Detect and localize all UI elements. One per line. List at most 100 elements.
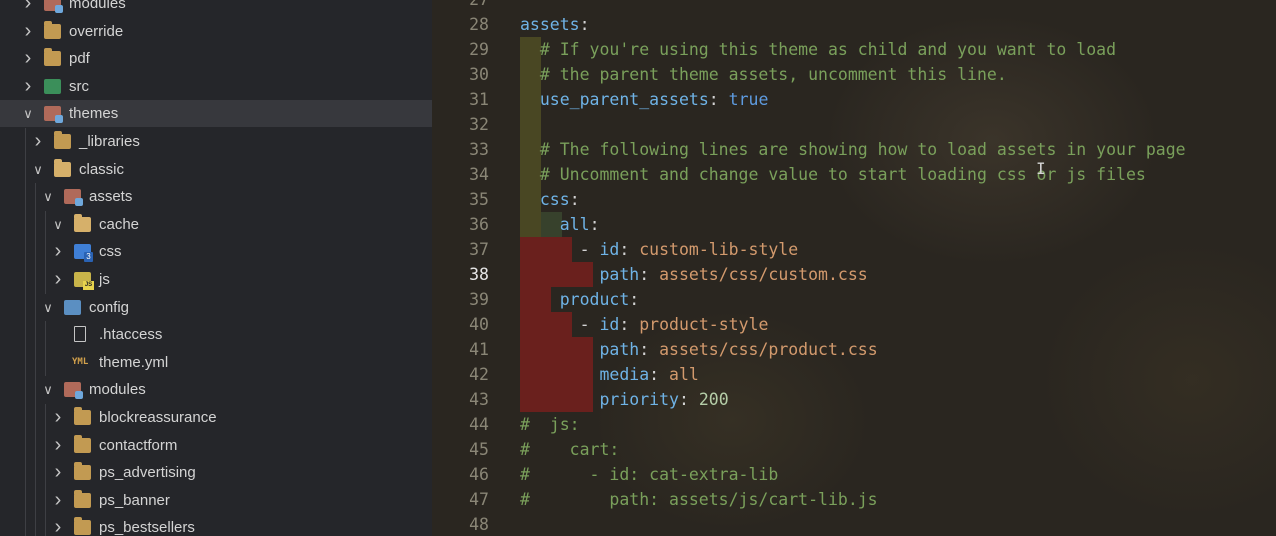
chevron-down-icon[interactable]: ∨ bbox=[50, 211, 66, 238]
folder-icon bbox=[74, 517, 91, 536]
chevron-right-icon[interactable]: › bbox=[50, 404, 66, 431]
line-code[interactable]: # the parent theme assets, uncomment thi… bbox=[520, 62, 1007, 87]
code-token: # The following lines are showing how to… bbox=[520, 140, 1186, 159]
line-code[interactable]: use_parent_assets: true bbox=[520, 87, 769, 112]
code-line[interactable]: 46 # - id: cat-extra-lib bbox=[432, 462, 1276, 487]
chevron-down-icon[interactable]: ∨ bbox=[40, 294, 56, 321]
line-number: 33 bbox=[469, 140, 489, 159]
code-line[interactable]: 27 bbox=[432, 0, 1276, 12]
line-code[interactable]: path: assets/css/custom.css bbox=[520, 262, 867, 287]
line-code[interactable]: # - id: cat-extra-lib bbox=[520, 462, 778, 487]
line-number: 31 bbox=[469, 90, 489, 109]
chevron-right-icon[interactable]: › bbox=[20, 0, 36, 17]
folder-icon bbox=[74, 407, 91, 425]
code-token: - bbox=[520, 315, 600, 334]
chevron-right-icon[interactable]: › bbox=[30, 128, 46, 155]
line-code[interactable]: - id: custom-lib-style bbox=[520, 237, 799, 262]
explorer-item-htaccess[interactable]: .htaccess bbox=[0, 321, 432, 348]
code-line[interactable]: 43 priority: 200 bbox=[432, 387, 1276, 412]
code-token: custom-lib-style bbox=[639, 240, 799, 259]
explorer-item-css[interactable]: › css bbox=[0, 238, 432, 265]
line-code[interactable]: product: bbox=[520, 287, 639, 312]
line-code[interactable]: media: all bbox=[520, 362, 698, 387]
file-icon bbox=[74, 326, 86, 343]
code-token: all bbox=[559, 215, 590, 234]
chevron-right-icon[interactable]: › bbox=[50, 487, 66, 514]
chevron-down-icon[interactable]: ∨ bbox=[20, 100, 36, 127]
code-line[interactable]: 41 path: assets/css/product.css bbox=[432, 337, 1276, 362]
code-line[interactable]: 29 # If you're using this theme as child… bbox=[432, 37, 1276, 62]
line-code[interactable]: priority: 200 bbox=[520, 387, 728, 412]
code-line[interactable]: 32 bbox=[432, 112, 1276, 137]
code-line[interactable]: 33 # The following lines are showing how… bbox=[432, 137, 1276, 162]
line-code[interactable]: # cart: bbox=[520, 437, 619, 462]
explorer-item-blockreassurance[interactable]: › blockreassurance bbox=[0, 404, 432, 431]
code-line[interactable]: 38 path: assets/css/custom.css bbox=[432, 262, 1276, 287]
chevron-right-icon[interactable]: › bbox=[20, 45, 36, 72]
code-editor[interactable]: 2728assets:29 # If you're using this the… bbox=[432, 0, 1276, 536]
code-line[interactable]: 34 # Uncomment and change value to start… bbox=[432, 162, 1276, 187]
explorer-item-ps-advertising[interactable]: › ps_advertising bbox=[0, 459, 432, 486]
explorer-item-assets[interactable]: ∨ assets bbox=[0, 183, 432, 210]
line-code[interactable]: # The following lines are showing how to… bbox=[520, 137, 1186, 162]
chevron-right-icon[interactable]: › bbox=[50, 459, 66, 486]
line-code[interactable]: assets: bbox=[520, 12, 590, 37]
explorer-item-libraries[interactable]: › _libraries bbox=[0, 128, 432, 155]
chevron-down-icon[interactable]: ∨ bbox=[30, 156, 46, 183]
code-token: true bbox=[728, 90, 769, 109]
code-line[interactable]: 35 css: bbox=[432, 187, 1276, 212]
line-code[interactable]: # Uncomment and change value to start lo… bbox=[520, 162, 1146, 187]
code-token: media bbox=[599, 365, 650, 384]
explorer-item-label: ps_banner bbox=[99, 491, 170, 509]
line-code[interactable]: path: assets/css/product.css bbox=[520, 337, 877, 362]
chevron-right-icon[interactable]: › bbox=[20, 73, 36, 100]
explorer-item-cache[interactable]: ∨ cache bbox=[0, 211, 432, 238]
explorer-item-override[interactable]: › override bbox=[0, 18, 432, 45]
explorer-item-label: assets bbox=[89, 188, 133, 206]
chevron-right-icon[interactable]: › bbox=[50, 432, 66, 459]
explorer-item-label: src bbox=[69, 77, 89, 95]
explorer-item-themes[interactable]: ∨ themes bbox=[0, 100, 432, 128]
chevron-right-icon[interactable]: › bbox=[50, 514, 66, 536]
chevron-down-icon[interactable]: ∨ bbox=[40, 183, 56, 210]
explorer-item-theme-yml[interactable]: YML theme.yml bbox=[0, 349, 432, 376]
line-code[interactable]: # js: bbox=[520, 412, 580, 437]
chevron-right-icon[interactable]: › bbox=[20, 18, 36, 45]
line-code[interactable]: # path: assets/js/cart-lib.js bbox=[520, 487, 878, 512]
code-line[interactable]: 39 product: bbox=[432, 287, 1276, 312]
code-line[interactable]: 47 # path: assets/js/cart-lib.js bbox=[432, 487, 1276, 512]
code-line[interactable]: 37 - id: custom-lib-style bbox=[432, 237, 1276, 262]
code-token: # path: assets/js/cart-lib.js bbox=[520, 490, 878, 509]
code-line[interactable]: 30 # the parent theme assets, uncomment … bbox=[432, 62, 1276, 87]
explorer-item-src[interactable]: › src bbox=[0, 73, 432, 100]
code-line[interactable]: 42 media: all bbox=[432, 362, 1276, 387]
explorer-item-ps-banner[interactable]: › ps_banner bbox=[0, 487, 432, 514]
chevron-right-icon[interactable]: › bbox=[50, 266, 66, 293]
explorer-item-ps-bestsellers[interactable]: › ps_bestsellers bbox=[0, 514, 432, 536]
explorer-item-contactform[interactable]: › contactform bbox=[0, 432, 432, 459]
explorer-item-js[interactable]: › js bbox=[0, 266, 432, 293]
explorer-item-pdf[interactable]: › pdf bbox=[0, 45, 432, 72]
explorer-item-classic[interactable]: ∨ classic bbox=[0, 156, 432, 183]
code-line[interactable]: 45 # cart: bbox=[432, 437, 1276, 462]
explorer-item-modules[interactable]: ∨ modules bbox=[0, 376, 432, 403]
line-number: 39 bbox=[469, 290, 489, 309]
line-code[interactable]: css: bbox=[520, 187, 580, 212]
chevron-down-icon[interactable]: ∨ bbox=[40, 376, 56, 403]
chevron-right-icon[interactable]: › bbox=[50, 238, 66, 265]
line-code[interactable]: # If you're using this theme as child an… bbox=[520, 37, 1116, 62]
code-line[interactable]: 44 # js: bbox=[432, 412, 1276, 437]
code-line[interactable]: 36 all: bbox=[432, 212, 1276, 237]
code-line[interactable]: 40 - id: product-style bbox=[432, 312, 1276, 337]
explorer-item-config[interactable]: ∨ config bbox=[0, 294, 432, 321]
text-cursor-icon: I bbox=[1036, 159, 1046, 178]
code-line[interactable]: 28 assets: bbox=[432, 12, 1276, 37]
code-line[interactable]: 31 use_parent_assets: true bbox=[432, 87, 1276, 112]
line-code[interactable]: all: bbox=[520, 212, 600, 237]
code-line[interactable]: 48 bbox=[432, 512, 1276, 536]
modules-folder-icon bbox=[64, 382, 83, 400]
explorer-item-modules[interactable]: › modules bbox=[0, 0, 432, 17]
line-code[interactable]: - id: product-style bbox=[520, 312, 769, 337]
